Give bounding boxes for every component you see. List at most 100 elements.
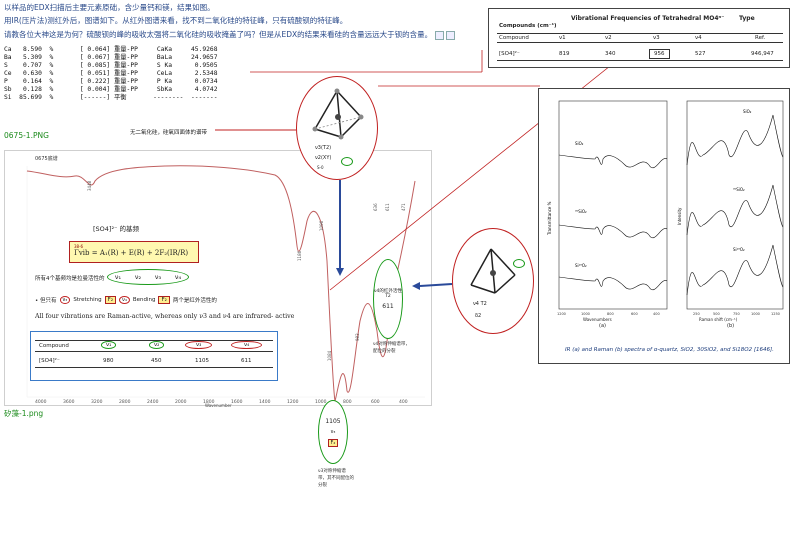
table-row-compound: [SO4]²⁻ [39,358,60,364]
ir-spectrum-panel: 0675底谱 4000 3600 3200 2800 2400 2000 180… [4,150,432,407]
freq-col: ν1 [559,35,566,41]
post-line-1: 以样品的EDX扫描后主要元素原础，含少量钙和镁，结果如图。 [4,3,215,12]
ir-x-tick: 2400 [147,399,159,405]
ir-x-tick: 1400 [259,399,271,405]
freq-table-type: Type [739,15,755,22]
freq-cell: 956 [649,49,670,59]
tetra-top-green-mark [341,157,353,166]
spectrum-b-tick: 500 [713,312,720,316]
ir-x-tick: 1600 [231,399,243,405]
freq-cell: 946,947 [751,51,774,57]
table-value-nu4: 611 [241,358,252,364]
nu4-note: ν4的红外活性 T2 [374,289,402,299]
ir-peak-label: 983 [355,333,360,341]
table-value-nu3: 1105 [195,358,209,364]
spectrum-b-tick: 250 [693,312,700,316]
ir-peak-label: 1084 [327,350,332,361]
ir-peak-label: 1096 [319,220,324,231]
ir-x-tick: 400 [399,399,408,405]
spectrum-b-xlabel: Raman shift (cm⁻¹) [699,317,738,322]
ir-peak-label: 636 [373,203,378,211]
nu1-label: ν₁ [114,273,122,281]
english-statement: All four vibrations are Raman-active, wh… [35,313,295,320]
ir-peak-label: 611 [385,203,390,211]
so4-mode-title: [SO4]²⁻ 的基频 [93,225,140,233]
eds-row: Ce 0.630 % [ 0.051] 重量-PP CeLa 2.5348 [4,70,218,77]
image-filename-2[interactable]: 矽藻-1.png [4,408,43,419]
freq-cell: 527 [695,51,706,57]
table-nu2: ν₂ [149,341,165,349]
ir-raman-spectra-panel: SiO₂ ³⁰SiO₂ Si¹⁸O₂ Transmittance % 1200 … [538,88,790,364]
table-col-compound: Compound [39,343,69,349]
tetrahedron-icon [470,248,516,294]
ir-x-tick: 2800 [119,399,131,405]
ir-x-tick: 800 [343,399,352,405]
nu3-value: 1105 [325,417,341,425]
ir-x-tick: 4000 [35,399,47,405]
nu2-label: ν₂ [134,273,142,281]
spectrum-a-label: SiO₂ [575,141,584,146]
tetra-top-label2: ν2(XY) [315,155,332,161]
nu4-oval: ν₄ [119,296,130,304]
table-value-nu1: 980 [103,358,114,364]
tetra-top-label3: S-0 [317,165,324,170]
tetra-right-label2: δ2 [475,313,482,319]
eds-result-table: Ca 8.590 % [ 0.064] 重量-PP CaKa 45.9268 B… [4,46,244,102]
broken-image-icon[interactable] [445,30,455,40]
freq-cell: 340 [605,51,616,57]
ir-active-line: • 但只有 ν₃ Stretching F₂ ν₄ Bending F₂ 两个是… [35,296,217,304]
spectrum-a-label: ³⁰SiO₂ [575,209,587,214]
nu3-label: ν₃ [154,273,162,281]
nu3-caption: ν3对称伸缩谱带，其不同配位的分裂 [318,469,354,488]
freq-col: ν3 [653,35,660,41]
ir-active-end: 两个是红外活性的 [172,298,217,304]
spectrum-b-tick: 1250 [771,312,780,316]
spectrum-b-ylabel: Intensity [677,207,682,225]
ir-peak-label: 1186 [297,250,302,261]
nu4-label: ν₄ [174,273,182,281]
tetra-right-label1: ν4 T2 [473,301,487,307]
spectrum-a-xlabel: Wavenumbers [583,317,612,322]
nu4-caption: ν4对称伸缩谱带，配位的分裂 [373,342,410,354]
spectrum-a-tick: 1200 [557,312,566,316]
image-filename-1[interactable]: 0675-1.PNG [4,131,49,140]
table-nu4: ν₄ [231,341,263,349]
ir-peak-label: 471 [401,203,406,211]
freq-table-header-row: Compound ν1 ν2 ν3 ν4 Ref. [497,33,783,43]
spectrum-a-tick: 400 [653,312,660,316]
nu3-f2: F₂ [327,438,339,447]
post-line-3: 请教各位大神这是为何？硫酸钡的峰的吸收太强将二氧化硅的吸收掩盖了吗？但是从EDX… [4,29,455,40]
tetrahedron-top-oval: ν3(T2) ν2(XY) S-0 [296,76,378,180]
eds-row: P 0.164 % [ 0.222] 重量-PP P Ka 0.0734 [4,78,218,85]
only-label: • 但只有 [35,298,57,304]
freq-col: ν2 [605,35,612,41]
eds-row: Ca 8.590 % [ 0.064] 重量-PP CaKa 45.9268 [4,46,218,53]
spectra-caption: IR (a) and Raman (b) spectra of α-quartz… [565,347,774,353]
tetrahedron-icon [312,88,364,140]
freq-table-col-header: Compounds (cm⁻¹) [499,23,557,29]
nu-modes-oval: ν₁ ν₂ ν₃ ν₄ [107,269,189,285]
ir-x-tick: 2000 [175,399,187,405]
note-no-silica: 无二氧化硅，硅氧四面体的谱带 [130,130,208,136]
table-nu1: ν₁ [101,341,117,349]
spectrum-b-tick: 1000 [751,312,760,316]
eds-row: Si 85.699 % [------] 平衡 -------- ------- [4,94,218,101]
freq-col: Compound [499,35,529,41]
all-raman-active-text: 所有4个基频均是拉曼活性的 [35,276,105,282]
broken-image-icon[interactable] [434,30,444,40]
ir-x-tick: 3600 [63,399,75,405]
symmetry-equation-box: 38-6 Γvib = A₁(R) + E(R) + 2F₂(IR/R) [69,241,199,263]
nu3-annotation-oval: 1105 ν₃ F₂ [318,400,348,464]
bending-label: Bending [132,297,156,303]
freq-table-title: Vibrational Frequencies of Tetrahedral M… [571,15,725,22]
eds-row: Sb 0.128 % [ 0.004] 重量-PP SbKa 4.0742 [4,86,218,93]
freq-cell: 819 [559,51,570,57]
spectrum-a-tick: 800 [607,312,614,316]
post-line-2: 用IR(压片法)测红外后，图谱如下。从红外图谱来看，找不到二氧化硅的特征峰，只有… [4,16,348,25]
f2-label-2: F₂ [158,296,170,304]
freq-cell: [SO4]²⁻ [499,51,520,57]
freq-col: Ref. [755,35,766,41]
frequency-table-panel: Vibrational Frequencies of Tetrahedral M… [488,8,790,68]
eds-row: S 0.707 % [ 0.085] 重量-PP S Ka 0.9505 [4,62,218,69]
spectrum-a-tag: (a) [599,323,606,329]
